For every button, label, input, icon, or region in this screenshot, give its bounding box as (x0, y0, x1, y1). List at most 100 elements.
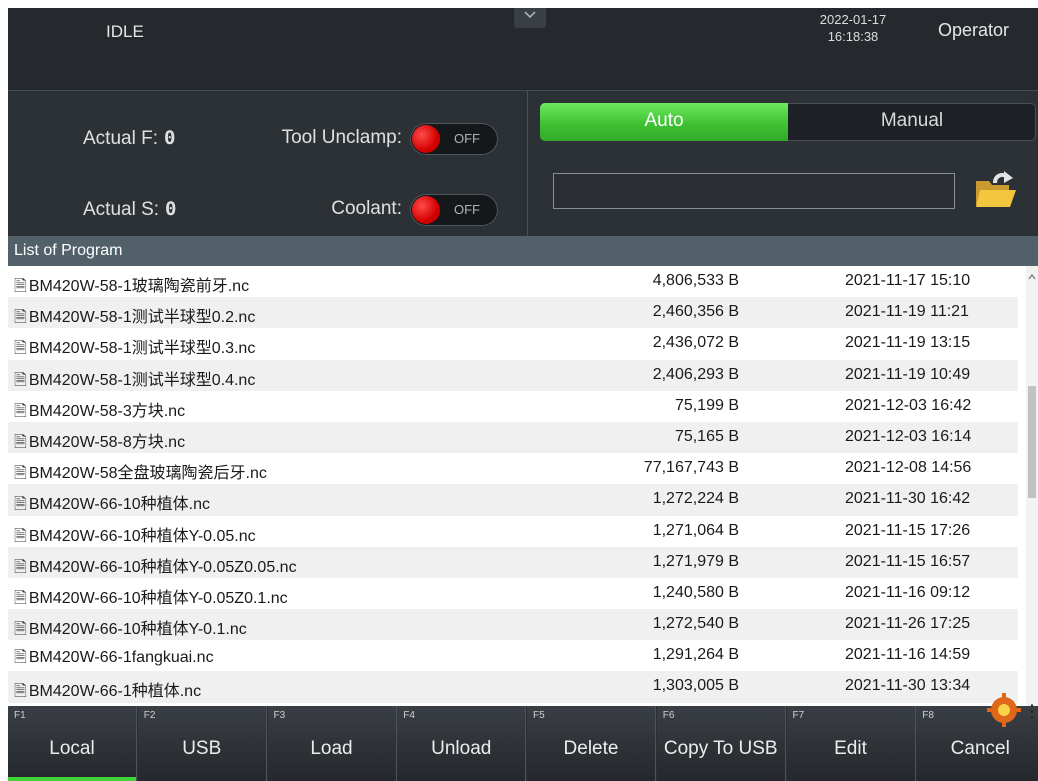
machine-status-group: Actual F: 0 Actual S: 0 Tool Unclamp: OFF … (8, 91, 528, 237)
file-size: 1,272,540 B (652, 615, 739, 633)
file-size: 2,436,072 B (652, 334, 739, 352)
chevron-down-icon (524, 11, 536, 19)
file-name-text: BM420W-58-1测试半球型0.3.nc (28, 340, 256, 358)
file-date: 2021-12-03 16:42 (845, 396, 972, 414)
file-name-text: BM420W-58-8方块.nc (28, 433, 186, 451)
fkey-f1[interactable]: F1 Local (8, 706, 137, 781)
table-row[interactable]: 🗎 BM420W-66-10种植体Y-0.1.nc 1,272,540 B 2021-… (8, 609, 1018, 641)
actual-feed-label: Actual F: (83, 128, 158, 149)
user-role[interactable]: Operator (938, 20, 1009, 41)
tool-unclamp-toggle[interactable]: OFF (410, 123, 498, 155)
coolant-toggle[interactable]: OFF (410, 194, 498, 226)
file-size: 4,806,533 B (652, 272, 739, 289)
file-name: 🗎 BM420W-66-1种植体.nc (14, 677, 201, 706)
table-row[interactable]: 🗎 BM420W-58-1测试半球型0.3.nc 2,436,072 B 2021-1… (8, 328, 1018, 359)
fkey-label: Load (310, 738, 353, 759)
file-date: 2021-12-03 16:14 (845, 427, 972, 445)
scrollbar-thumb[interactable] (1028, 386, 1036, 498)
file-size: 1,303,005 B (652, 677, 739, 695)
table-row[interactable]: 🗎 BM420W-58-1玻璃陶瓷前牙.nc 4,806,533 B 2021-11-… (8, 266, 1018, 297)
actual-feed: Actual F: 0 (83, 127, 175, 150)
more-dots: · · · (1030, 697, 1035, 725)
fkey-f2[interactable]: F2 USB (137, 706, 267, 781)
machine-state: IDLE (106, 22, 144, 41)
mode-auto-button[interactable]: Auto (540, 103, 788, 141)
document-icon: 🗎 (14, 649, 27, 667)
gear-icon[interactable] (986, 692, 1022, 728)
file-name-text: BM420W-66-10种植体Y-0.05Z0.05.nc (28, 558, 297, 576)
function-key-bar: F1 Local F2 USB F3 Load F4 Unload F5 Delete F6 Copy… (8, 706, 1038, 781)
file-name-text: BM420W-58-1测试半球型0.2.nc (28, 309, 256, 327)
scroll-up-arrow-icon[interactable] (1028, 274, 1036, 280)
folder-open-icon (976, 171, 1016, 207)
file-name-text: BM420W-66-10种植体.nc (28, 496, 210, 514)
fkey-f3[interactable]: F3 Load (267, 706, 397, 781)
actual-spindle-value: 0 (165, 198, 177, 220)
document-icon: 🗎 (14, 371, 27, 389)
document-icon: 🗎 (14, 278, 27, 295)
file-size: 1,272,224 B (652, 490, 739, 508)
document-icon: 🗎 (14, 589, 27, 607)
table-row[interactable]: 🗎 BM420W-58-1测试半球型0.2.nc 2,460,356 B 2021-1… (8, 297, 1018, 329)
file-name-text: BM420W-58全盘玻璃陶瓷后牙.nc (28, 465, 267, 483)
fkey-number: F7 (792, 710, 805, 721)
table-row[interactable]: 🗎 BM420W-58全盘玻璃陶瓷后牙.nc 77,167,743 B 2021-12… (8, 453, 1018, 484)
fkey-f6[interactable]: F6 Copy To USB (656, 706, 786, 781)
file-date: 2021-11-30 16:42 (845, 490, 971, 508)
fkey-f7[interactable]: F7 Edit (786, 706, 916, 781)
table-row[interactable]: 🗎 BM420W-66-1种植体.nc 1,303,005 B 2021-11-30 … (8, 671, 1018, 703)
table-row[interactable]: 🗎 BM420W-66-10种植体.nc 1,272,224 B 2021-11-30… (8, 484, 1018, 516)
actual-spindle-label: Actual S: (83, 199, 160, 220)
coolant-state: OFF (454, 202, 480, 217)
toggle-knob (412, 196, 440, 224)
file-date: 2021-11-19 10:49 (845, 365, 971, 383)
fkey-f4[interactable]: F4 Unload (397, 706, 527, 781)
table-row[interactable]: 🗎 BM420W-66-1fangkuai.nc 1,291,264 B 2021-1… (8, 640, 1018, 671)
fkey-label: Cancel (950, 738, 1010, 759)
file-date: 2021-11-19 13:15 (845, 334, 971, 352)
fkey-label: USB (182, 738, 222, 759)
table-row[interactable]: 🗎 BM420W-58-8方块.nc 75,165 B 2021-12-03 16:1… (8, 421, 1018, 454)
table-row[interactable]: 🗎 BM420W-66-10种植体Y-0.05Z0.05.nc 1,271,979 … (8, 546, 1018, 578)
control-panel: Actual F: 0 Actual S: 0 Tool Unclamp: OFF … (8, 90, 1038, 237)
file-name-text: BM420W-66-10种植体Y-0.1.nc (28, 621, 247, 639)
file-name-text: BM420W-58-3方块.nc (28, 402, 186, 420)
fkey-number: F1 (14, 710, 26, 721)
table-row[interactable]: 🗎 BM420W-66-10种植体Y-0.05.nc 1,271,064 B 2021… (8, 516, 1018, 547)
fkey-number: F4 (403, 710, 415, 721)
document-icon: 🗎 (14, 309, 27, 327)
file-date: 2021-11-26 17:25 (845, 615, 971, 633)
fkey-number: F3 (273, 710, 286, 721)
program-path-input[interactable] (553, 173, 955, 209)
table-row[interactable]: 🗎 BM420W-58-3方块.nc 75,199 B 2021-12-03 16:4… (8, 391, 1018, 422)
list-title: List of Program (8, 236, 1038, 266)
collapse-toggle[interactable] (514, 8, 546, 28)
fkey-number: F6 (662, 710, 675, 721)
active-indicator (8, 777, 136, 781)
file-name-text: BM420W-58-1玻璃陶瓷前牙.nc (28, 278, 250, 295)
file-name: 🗎 BM420W-66-1fangkuai.nc (14, 646, 214, 673)
file-name-text: BM420W-66-10种植体Y-0.05.nc (28, 527, 256, 545)
fkey-f5[interactable]: F5 Delete (527, 706, 656, 781)
document-icon: 🗎 (14, 621, 27, 639)
file-name-text: BM420W-66-10种植体Y-0.05Z0.1.nc (28, 589, 288, 607)
top-status-bar: IDLE 2022-01-17 16:18:38 Operator (8, 8, 1038, 90)
file-date: 2021-11-19 11:21 (845, 303, 969, 321)
vertical-scrollbar[interactable] (1026, 266, 1038, 706)
fkey-label: Delete (563, 738, 619, 759)
fkey-label: Unload (431, 738, 492, 759)
document-icon: 🗎 (14, 558, 27, 576)
mode-selector: Auto Manual (540, 103, 1036, 141)
fkey-number: F5 (533, 710, 545, 721)
table-row[interactable]: 🗎 BM420W-58-1测试半球型0.4.nc 2,406,293 B 2021-1… (8, 359, 1018, 391)
table-row[interactable]: 🗎 BM420W-66-10种植体Y-0.05Z0.1.nc 1,240,580 B… (8, 578, 1018, 609)
mode-manual-button[interactable]: Manual (788, 103, 1036, 141)
file-size: 2,460,356 B (652, 303, 739, 321)
open-folder-button[interactable] (973, 169, 1019, 211)
datetime: 2022-01-17 16:18:38 (798, 11, 908, 45)
fkey-number: F2 (143, 710, 156, 721)
file-date: 2021-11-17 15:10 (845, 272, 971, 289)
file-size: 75,165 B (674, 427, 739, 445)
file-date: 2021-11-15 17:26 (845, 521, 971, 539)
fkey-label: Local (49, 738, 95, 759)
